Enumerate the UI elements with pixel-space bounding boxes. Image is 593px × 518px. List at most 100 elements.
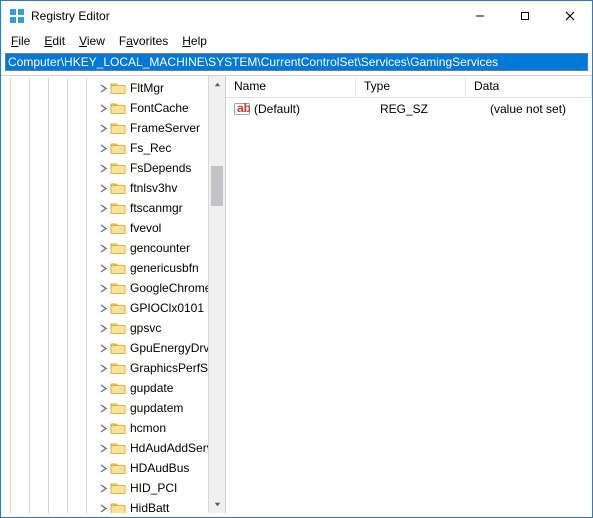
expander-icon[interactable] bbox=[96, 281, 110, 295]
folder-icon bbox=[110, 381, 126, 395]
expander-icon[interactable] bbox=[96, 181, 110, 195]
tree-item-label: gupdatem bbox=[130, 401, 183, 415]
tree-item[interactable]: FsDepends bbox=[1, 158, 208, 178]
tree-item[interactable]: Fs_Rec bbox=[1, 138, 208, 158]
scroll-down-button[interactable] bbox=[209, 496, 225, 513]
column-header-data[interactable]: Data bbox=[466, 76, 592, 97]
folder-icon bbox=[110, 301, 126, 315]
expander-icon[interactable] bbox=[96, 481, 110, 495]
menu-favorites[interactable]: Favorites bbox=[113, 33, 174, 49]
svg-text:ab: ab bbox=[237, 102, 250, 115]
expander-icon[interactable] bbox=[96, 401, 110, 415]
value-data: (value not set) bbox=[482, 102, 566, 116]
titlebar[interactable]: Registry Editor bbox=[1, 1, 592, 31]
tree-item[interactable]: fvevol bbox=[1, 218, 208, 238]
tree-item[interactable]: FontCache bbox=[1, 98, 208, 118]
menu-view[interactable]: View bbox=[73, 33, 111, 49]
expander-icon[interactable] bbox=[96, 121, 110, 135]
expander-icon[interactable] bbox=[96, 241, 110, 255]
address-input[interactable] bbox=[6, 54, 587, 70]
tree-item[interactable]: GPIOClx0101 bbox=[1, 298, 208, 318]
folder-icon bbox=[110, 421, 126, 435]
minimize-button[interactable] bbox=[457, 1, 502, 31]
folder-icon bbox=[110, 181, 126, 195]
list-pane: Name Type Data ab (Default) REG_SZ (valu… bbox=[226, 76, 592, 513]
tree-item-label: FsDepends bbox=[130, 161, 191, 175]
tree-item[interactable]: gupdate bbox=[1, 378, 208, 398]
tree-item[interactable]: gpsvc bbox=[1, 318, 208, 338]
tree-item-label: FontCache bbox=[130, 101, 189, 115]
tree-item[interactable]: ftscanmgr bbox=[1, 198, 208, 218]
menu-file[interactable]: File bbox=[5, 33, 36, 49]
folder-icon bbox=[110, 241, 126, 255]
folder-icon bbox=[110, 441, 126, 455]
tree-item-label: HdAudAddServic bbox=[130, 441, 208, 455]
tree-item[interactable]: ftnlsv3hv bbox=[1, 178, 208, 198]
expander-icon[interactable] bbox=[96, 201, 110, 215]
folder-icon bbox=[110, 501, 126, 513]
expander-icon[interactable] bbox=[96, 461, 110, 475]
tree-item[interactable]: GraphicsPerfSvc bbox=[1, 358, 208, 378]
column-header-type[interactable]: Type bbox=[356, 76, 466, 97]
expander-icon[interactable] bbox=[96, 221, 110, 235]
expander-icon[interactable] bbox=[96, 381, 110, 395]
tree-item[interactable]: HDAudBus bbox=[1, 458, 208, 478]
tree-item-label: hcmon bbox=[130, 421, 166, 435]
tree-item[interactable]: genericusbfn bbox=[1, 258, 208, 278]
tree-item-label: genericusbfn bbox=[130, 261, 199, 275]
tree-item[interactable]: HidBatt bbox=[1, 498, 208, 513]
tree-item[interactable]: FltMgr bbox=[1, 78, 208, 98]
expander-icon[interactable] bbox=[96, 161, 110, 175]
expander-icon[interactable] bbox=[96, 101, 110, 115]
tree-item[interactable]: gupdatem bbox=[1, 398, 208, 418]
tree-item[interactable]: GpuEnergyDrv bbox=[1, 338, 208, 358]
list-body[interactable]: ab (Default) REG_SZ (value not set) bbox=[226, 98, 592, 513]
tree-scroll[interactable]: FltMgr FontCache FrameServerFs_Rec FsDepend… bbox=[1, 76, 208, 513]
folder-icon bbox=[110, 201, 126, 215]
expander-icon[interactable] bbox=[96, 441, 110, 455]
expander-icon[interactable] bbox=[96, 341, 110, 355]
folder-icon bbox=[110, 81, 126, 95]
menu-edit[interactable]: Edit bbox=[38, 33, 71, 49]
tree-scrollbar[interactable] bbox=[208, 76, 225, 513]
folder-icon bbox=[110, 121, 126, 135]
expander-icon[interactable] bbox=[96, 301, 110, 315]
expander-icon[interactable] bbox=[96, 141, 110, 155]
expander-icon[interactable] bbox=[96, 81, 110, 95]
tree-item[interactable]: HdAudAddServic bbox=[1, 438, 208, 458]
tree-item-label: GpuEnergyDrv bbox=[130, 341, 208, 355]
list-row[interactable]: ab (Default) REG_SZ (value not set) bbox=[226, 100, 592, 118]
expander-icon[interactable] bbox=[96, 261, 110, 275]
window-title: Registry Editor bbox=[31, 9, 457, 23]
expander-icon[interactable] bbox=[96, 361, 110, 375]
folder-icon bbox=[110, 481, 126, 495]
scroll-track[interactable] bbox=[209, 93, 225, 496]
tree-item[interactable]: gencounter bbox=[1, 238, 208, 258]
scroll-thumb[interactable] bbox=[211, 166, 223, 206]
tree-item-label: gupdate bbox=[130, 381, 173, 395]
value-type: REG_SZ bbox=[372, 102, 482, 116]
tree-item[interactable]: FrameServer bbox=[1, 118, 208, 138]
folder-icon bbox=[110, 401, 126, 415]
folder-icon bbox=[110, 281, 126, 295]
maximize-button[interactable] bbox=[502, 1, 547, 31]
tree-item-label: HDAudBus bbox=[130, 461, 189, 475]
tree-item-label: GPIOClx0101 bbox=[130, 301, 204, 315]
expander-icon[interactable] bbox=[96, 501, 110, 513]
string-value-icon: ab bbox=[234, 102, 250, 116]
tree-item-label: gpsvc bbox=[130, 321, 161, 335]
tree-item[interactable]: hcmon bbox=[1, 418, 208, 438]
tree-item[interactable]: GoogleChromeEl bbox=[1, 278, 208, 298]
folder-icon bbox=[110, 261, 126, 275]
column-header-name[interactable]: Name bbox=[226, 76, 356, 97]
folder-icon bbox=[110, 321, 126, 335]
scroll-up-button[interactable] bbox=[209, 76, 225, 93]
tree-pane: FltMgr FontCache FrameServerFs_Rec FsDepend… bbox=[1, 76, 226, 513]
tree-item[interactable]: HID_PCI bbox=[1, 478, 208, 498]
folder-icon bbox=[110, 361, 126, 375]
menu-help[interactable]: Help bbox=[176, 33, 213, 49]
expander-icon[interactable] bbox=[96, 421, 110, 435]
expander-icon[interactable] bbox=[96, 321, 110, 335]
folder-icon bbox=[110, 141, 126, 155]
close-button[interactable] bbox=[547, 1, 592, 31]
